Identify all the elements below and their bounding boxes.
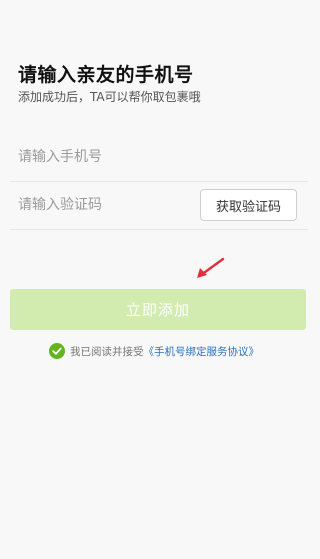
agreement-row: 我已阅读并接受 《手机号绑定服务协议》 [49,342,259,360]
page-subtitle: 添加成功后，TA可以帮你取包裹哦 [18,90,201,104]
code-field-row: 获取验证码 [10,182,308,230]
phone-input[interactable] [18,134,198,180]
verification-code-input[interactable] [18,182,198,228]
phone-field-row [10,134,308,182]
red-arrow-icon [197,257,225,278]
agreement-text: 我已阅读并接受 [70,345,144,358]
check-circle-icon[interactable] [49,343,65,359]
get-code-button[interactable]: 获取验证码 [200,189,297,221]
add-now-button[interactable]: 立即添加 [10,289,306,330]
page-title: 请输入亲友的手机号 [18,64,194,86]
agreement-link[interactable]: 《手机号绑定服务协议》 [144,344,260,359]
